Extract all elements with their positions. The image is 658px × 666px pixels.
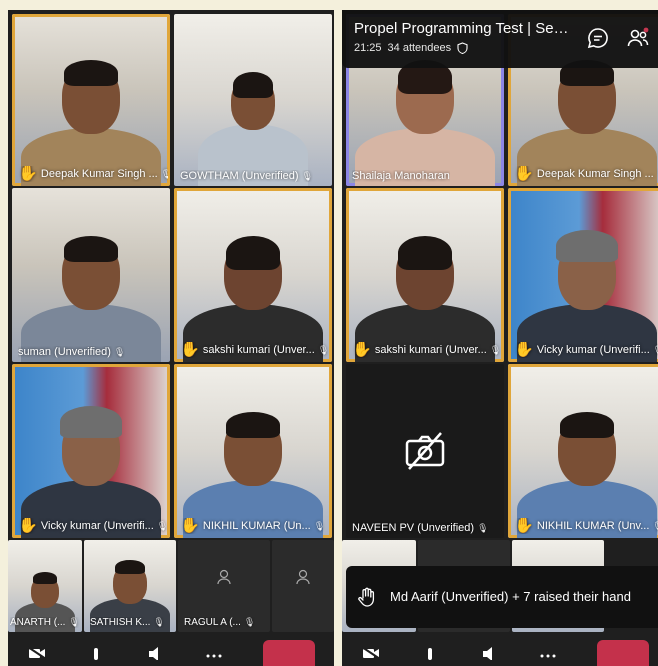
participant-name-tag: ✋ NIKHIL KUMAR (Unv... 🎙 (514, 518, 658, 534)
mic-icon: 🎙 (313, 520, 326, 531)
participant-name: SATHISH K... (90, 617, 151, 628)
raised-hand-outline-icon (358, 587, 375, 607)
participant-name-tag: ✋ Deepak Kumar Singh ... 🎙 (18, 166, 168, 182)
microphone-icon[interactable] (420, 646, 440, 660)
mic-icon: 🎙 (243, 617, 256, 627)
more-options-icon[interactable] (538, 646, 558, 660)
camera-off-icon[interactable] (27, 646, 47, 660)
camera-off-icon (405, 432, 445, 470)
call-controls (8, 640, 334, 666)
participant-tile[interactable]: suman (Unverified) 🎙 (12, 188, 170, 362)
attendee-count: 34 attendees (387, 42, 452, 54)
participant-name: Vicky kumar (Unverifi... (40, 520, 154, 532)
participant-tile[interactable]: ✋ sakshi kumari (Unver... 🎙 (346, 188, 504, 362)
participant-name-tag: ANARTH (... 🎙 (10, 617, 80, 628)
participants-icon[interactable] (626, 26, 650, 50)
chat-icon[interactable] (586, 26, 610, 50)
participant-name: ANARTH (... (10, 617, 66, 628)
participant-name-tag: ✋ sakshi kumari (Unver... 🎙 (352, 342, 501, 358)
notification-text: Md Aarif (Unverified) + 7 raised their h… (390, 589, 631, 604)
mic-icon: 🎙 (301, 170, 313, 181)
participant-name: RAGUL A (... (184, 617, 241, 628)
leave-call-button[interactable] (596, 640, 649, 666)
raised-hand-icon: ✋ (352, 342, 372, 358)
mic-icon: 🎙 (317, 344, 330, 355)
mic-icon: 🎙 (652, 521, 658, 532)
shield-icon (457, 42, 468, 54)
participant-video (355, 60, 495, 186)
participant-name-tag: ✋ Vicky kumar (Unverifi... 🎙 (18, 518, 168, 534)
microphone-icon[interactable] (86, 646, 106, 660)
participant-name: sakshi kumari (Unver... (202, 344, 315, 356)
participant-name: Deepak Kumar Singh ... (40, 168, 158, 180)
participant-tile[interactable]: NAVEEN PV (Unverified) 🎙 (346, 364, 504, 538)
participant-tile[interactable]: ✋ Vicky kumar (Unverifi... 🎙 (12, 364, 170, 538)
left-meeting-view: ✋ Deepak Kumar Singh ... 🎙 GOWTHAM (Unve… (8, 10, 334, 666)
participant-name: Shailaja Manoharan (352, 170, 450, 182)
notification-dot (643, 27, 649, 33)
participant-name: NIKHIL KUMAR (Unv... (536, 520, 650, 532)
more-options-icon[interactable] (204, 646, 224, 660)
participant-name-tag: ✋ Vicky kumar (Unverifi... 🎙 (514, 342, 658, 358)
camera-off-icon[interactable] (361, 646, 381, 660)
raised-hand-icon: ✋ (514, 518, 534, 534)
speaker-icon[interactable] (145, 646, 165, 660)
raised-hand-icon: ✋ (180, 518, 200, 534)
participant-name: suman (Unverified) (18, 346, 111, 358)
participant-tile[interactable]: ✋ sakshi kumari (Unver... 🎙 (174, 188, 332, 362)
mic-icon: 🎙 (153, 617, 165, 627)
meeting-info: 21:25 34 attendees (354, 42, 656, 54)
participant-name: NIKHIL KUMAR (Un... (202, 520, 311, 532)
participant-tile[interactable]: ✋ Deepak Kumar Singh ... 🎙 (12, 14, 170, 186)
mic-icon: 🎙 (489, 344, 502, 355)
participant-tile[interactable]: SATHISH K... 🎙 (84, 540, 176, 632)
participant-name-tag: ✋ sakshi kumari (Unver... 🎙 (180, 342, 329, 358)
mic-icon: 🎙 (68, 617, 80, 627)
participant-tile[interactable]: ANARTH (... 🎙 (8, 540, 82, 632)
participant-name: Vicky kumar (Unverifi... (536, 344, 650, 356)
raised-hand-icon: ✋ (514, 342, 534, 358)
participant-tile[interactable]: RAGUL A (... 🎙 (178, 540, 270, 632)
participant-name-tag: NAVEEN PV (Unverified) 🎙 (352, 522, 489, 534)
participant-name: Deepak Kumar Singh ... (536, 168, 654, 180)
participant-tile[interactable]: ✋ Vicky kumar (Unverifi... 🎙 (508, 188, 658, 362)
right-meeting-view: Shailaja Manoharan ✋ Deepak Kumar Singh … (342, 10, 658, 666)
participant-name-tag: suman (Unverified) 🎙 (18, 346, 125, 358)
meeting-header: Propel Programming Test | Sen... 21:25 3… (342, 10, 658, 68)
mic-icon: 🎙 (160, 168, 168, 179)
raised-hand-icon: ✋ (18, 166, 38, 182)
call-controls (342, 640, 658, 666)
participant-name-tag: SATHISH K... 🎙 (90, 617, 165, 628)
participant-name-tag: ✋ NIKHIL KUMAR (Un... 🎙 (180, 518, 325, 534)
participant-name-tag: Shailaja Manoharan (352, 170, 450, 182)
participant-name-tag: ✋ Deepak Kumar Singh ... 🎙 (514, 166, 658, 182)
mic-icon: 🎙 (477, 522, 489, 533)
participant-name: sakshi kumari (Unver... (374, 344, 487, 356)
mic-icon: 🎙 (156, 520, 168, 531)
participant-tile[interactable] (272, 540, 334, 632)
participant-name-tag: GOWTHAM (Unverified) 🎙 (180, 170, 313, 182)
participant-tile[interactable]: ✋ NIKHIL KUMAR (Unv... 🎙 (508, 364, 658, 538)
raised-hand-notification[interactable]: Md Aarif (Unverified) + 7 raised their h… (346, 566, 658, 628)
raised-hand-icon: ✋ (180, 342, 200, 358)
raised-hand-icon: ✋ (514, 166, 534, 182)
participant-tile[interactable]: ✋ NIKHIL KUMAR (Un... 🎙 (174, 364, 332, 538)
user-placeholder-icon (217, 569, 231, 584)
meeting-title[interactable]: Propel Programming Test | Sen... (354, 20, 572, 37)
mic-icon: 🎙 (653, 345, 658, 356)
participant-name: GOWTHAM (Unverified) (180, 170, 299, 182)
speaker-icon[interactable] (479, 646, 499, 660)
mic-icon: 🎙 (113, 346, 126, 357)
participant-tile[interactable]: GOWTHAM (Unverified) 🎙 (174, 14, 332, 186)
user-placeholder-icon (296, 569, 310, 584)
leave-call-button[interactable] (262, 640, 315, 666)
participant-video (21, 236, 161, 362)
raised-hand-icon: ✋ (18, 518, 38, 534)
meeting-duration: 21:25 (354, 42, 382, 54)
participant-name: NAVEEN PV (Unverified) (352, 522, 475, 534)
participant-name-tag: RAGUL A (... 🎙 (184, 617, 255, 628)
